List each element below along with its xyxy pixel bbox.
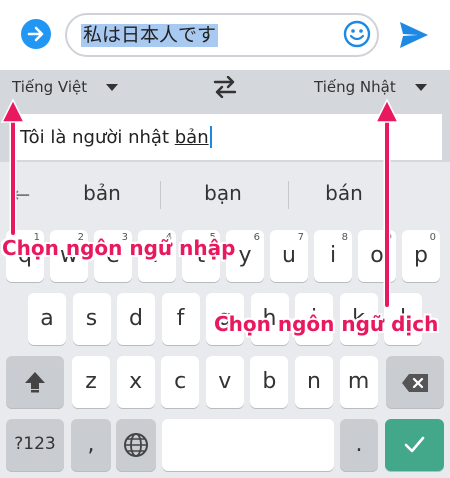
key-o-label: o [370, 243, 384, 268]
key-c-label: c [174, 369, 187, 394]
key-i-hint: 8 [341, 232, 348, 243]
key-a-label: a [40, 306, 54, 331]
translator-panel: Tiếng Việt Tiếng Nhật Tôi là người nhật … [0, 70, 450, 162]
backspace-key[interactable] [386, 356, 444, 408]
text-cursor [209, 126, 212, 148]
key-i[interactable]: i8 [314, 230, 352, 282]
suggestion-1[interactable]: bản [42, 181, 162, 205]
emoji-icon[interactable] [343, 20, 371, 48]
key-z-label: z [85, 369, 97, 394]
key-a[interactable]: a [28, 293, 66, 345]
source-language-selector[interactable]: Tiếng Việt [12, 78, 87, 96]
translation-input-text: Tôi là người nhật bản [20, 126, 212, 148]
key-x-label: x [129, 369, 143, 394]
key-b[interactable]: b [250, 356, 289, 408]
shift-key[interactable] [6, 356, 64, 408]
send-icon[interactable] [398, 20, 430, 50]
key-s[interactable]: s [72, 293, 111, 345]
arrow-left-icon[interactable]: ← [12, 183, 30, 208]
enter-key[interactable] [385, 419, 444, 471]
key-b-label: b [262, 369, 277, 394]
key-s-label: s [85, 306, 98, 331]
divider [160, 181, 161, 209]
key-f[interactable]: f [161, 293, 200, 345]
backspace-icon [402, 374, 428, 392]
key-y-hint: 6 [253, 232, 260, 243]
suggestion-2[interactable]: bạn [163, 181, 283, 205]
key-v[interactable]: v [205, 356, 244, 408]
period-key[interactable]: . [340, 419, 378, 471]
key-c[interactable]: c [161, 356, 200, 408]
key-z[interactable]: z [72, 356, 110, 408]
check-icon [404, 436, 425, 453]
key-o[interactable]: o9 [358, 230, 396, 282]
key-i-label: i [329, 243, 337, 268]
annotation-input-language: Chọn ngôn ngữ nhập [2, 236, 236, 260]
swap-languages-icon[interactable] [212, 76, 238, 98]
key-x[interactable]: x [116, 356, 155, 408]
arrow-forward-circle-icon[interactable] [21, 19, 51, 49]
key-u-label: u [282, 243, 296, 268]
space-key[interactable] [162, 419, 334, 471]
key-m-label: m [347, 369, 370, 394]
key-u[interactable]: u7 [270, 230, 308, 282]
key-u-hint: 7 [297, 232, 304, 243]
comma-key[interactable]: , [71, 419, 111, 471]
message-input[interactable]: 私は日本人です [65, 13, 379, 57]
key-p-hint: 0 [429, 232, 436, 243]
translation-input[interactable]: Tôi là người nhật bản [10, 114, 442, 160]
key-f-label: f [176, 306, 185, 331]
chevron-down-icon[interactable] [415, 84, 427, 91]
shift-icon [25, 372, 45, 393]
key-p-label: p [414, 243, 428, 268]
key-m[interactable]: m [339, 356, 378, 408]
annotation-target-language: Chọn ngôn ngữ dịch [214, 312, 439, 336]
key-p[interactable]: p0 [402, 230, 440, 282]
suggestion-3[interactable]: bán [284, 181, 404, 205]
key-d-label: d [129, 306, 143, 331]
chevron-down-icon[interactable] [106, 84, 118, 91]
message-text: 私は日本人です [81, 24, 219, 47]
compose-bar: 私は日本人です [0, 0, 450, 70]
key-d[interactable]: d [117, 293, 155, 345]
globe-icon [124, 433, 148, 457]
key-v-label: v [218, 369, 232, 394]
key-o-hint: 9 [385, 232, 392, 243]
target-language-selector[interactable]: Tiếng Nhật [314, 78, 396, 96]
symbols-key[interactable]: ?123 [6, 419, 64, 471]
key-n[interactable]: n [295, 356, 333, 408]
key-n-label: n [307, 369, 321, 394]
suggestion-strip: ← bản bạn bán [0, 165, 450, 223]
language-key[interactable] [116, 419, 156, 471]
